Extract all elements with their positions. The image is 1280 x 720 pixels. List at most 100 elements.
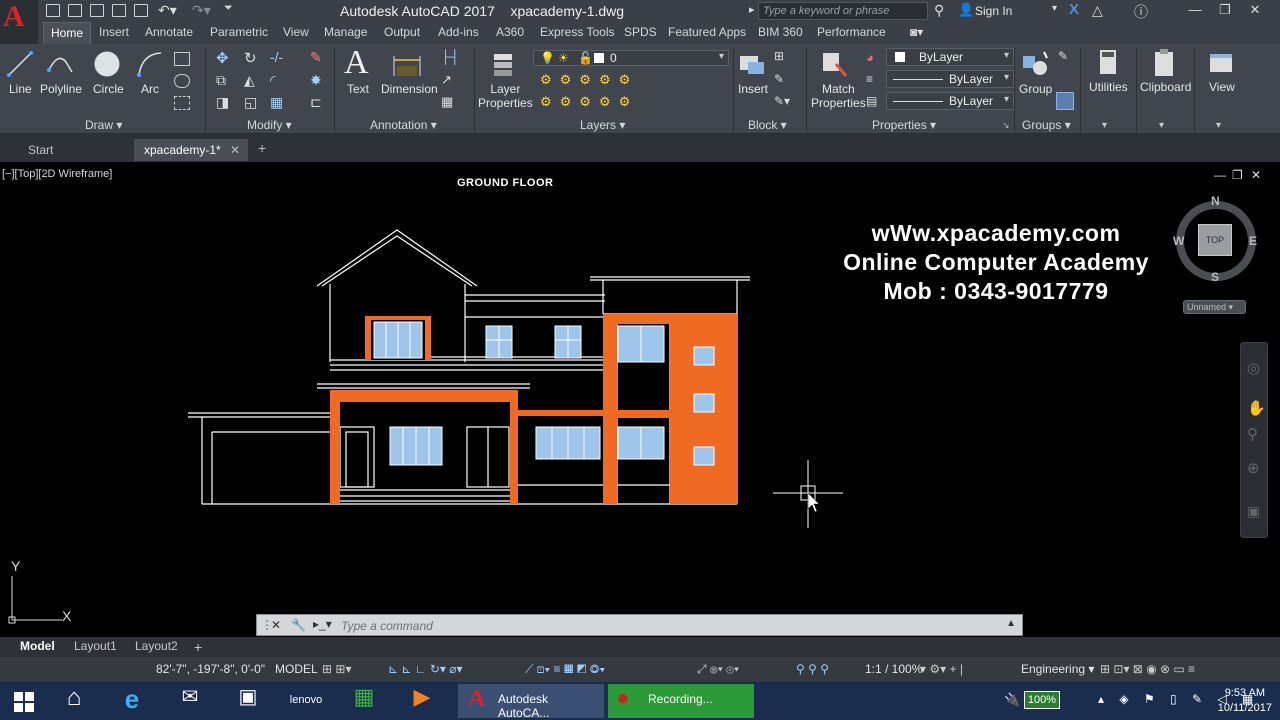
edit-block-icon[interactable]: ✎ (774, 72, 784, 86)
draw-panel-title[interactable]: Draw ▾ (85, 118, 122, 132)
viewport-minimize-icon[interactable]: — (1214, 168, 1226, 182)
create-block-icon[interactable]: ⊞ (774, 49, 784, 63)
offset-icon[interactable]: ⊏ (310, 94, 322, 111)
match-properties-button[interactable]: Match Properties (811, 82, 866, 110)
clipboard-button[interactable]: Clipboard (1140, 80, 1191, 94)
steering-wheel-icon[interactable]: ◎ (1247, 359, 1260, 377)
mail-icon[interactable]: ✉ (170, 684, 210, 718)
close-command-line-icon[interactable]: ✕ (271, 618, 281, 632)
layer-properties-button[interactable]: Layer Properties (478, 82, 533, 110)
save-as-icon[interactable] (112, 4, 126, 17)
view-button[interactable]: View (1209, 80, 1235, 94)
modify-panel-title[interactable]: Modify ▾ (247, 118, 292, 132)
application-menu-button[interactable]: A (0, 0, 38, 44)
dimension-icon[interactable] (392, 52, 422, 78)
new-tab-icon[interactable]: + (258, 140, 266, 156)
close-tab-icon[interactable]: ✕ (230, 143, 240, 157)
array-icon[interactable]: ▦ (270, 94, 283, 111)
taskbar-clock[interactable]: 9:53 AM 10/11/2017 (1218, 686, 1272, 716)
tab-home[interactable]: Home (43, 22, 92, 44)
fillet-icon[interactable]: ◜ (270, 72, 275, 89)
tab-output[interactable]: Output (384, 25, 420, 39)
snap-icons[interactable]: ⊾ ⊾ ∟ ↻▾ ⌀▾ (388, 662, 463, 676)
tab-annotate[interactable]: Annotate (145, 25, 193, 39)
new-file-icon[interactable] (46, 4, 60, 17)
tab-express-tools[interactable]: Express Tools (540, 25, 614, 39)
viewport-restore-icon[interactable]: ❐ (1232, 168, 1243, 182)
exchange-icon[interactable]: X (1069, 1, 1079, 18)
layers-panel-title[interactable]: Layers ▾ (580, 118, 625, 132)
panel-launcher-icon[interactable]: ↘ (1002, 120, 1010, 131)
recent-commands-icon[interactable]: ▸_▾ (313, 617, 332, 631)
tab-layout2[interactable]: Layout2 (135, 639, 178, 653)
search-expand-icon[interactable]: ▸ (749, 3, 755, 16)
internet-explorer-icon[interactable]: e (112, 684, 152, 718)
viewport-controls[interactable]: [−][Top][2D Wireframe] (2, 168, 112, 180)
command-line[interactable]: ⋮ ✕ 🔧 ▸_▾ Type a command ▲ (256, 614, 1023, 636)
qat-dropdown-icon[interactable]: ⏷ (224, 2, 233, 15)
annotation-icons[interactable]: ⚲ ⚲ ⚲ (796, 662, 829, 676)
scale-icon[interactable]: ◱ (244, 94, 257, 111)
tab-a360[interactable]: A360 (496, 25, 524, 39)
ucs-menu[interactable]: Unnamed ▾ (1183, 300, 1246, 314)
command-history-icon[interactable]: ▲ (1006, 618, 1016, 629)
tab-manage[interactable]: Manage (324, 25, 367, 39)
media-player-icon[interactable]: ▶ (402, 684, 442, 718)
group-icon[interactable] (1020, 50, 1050, 78)
workspace-icons[interactable]: ⤢ ⊛▾ ⊚▾ (697, 662, 739, 677)
boundary-icon[interactable] (174, 96, 190, 110)
tab-xpacademy-drawing[interactable]: xpacademy-1* ✕ (134, 139, 248, 161)
compass-south[interactable]: S (1211, 270, 1219, 284)
chevron-down-icon[interactable]: ▾ (1102, 120, 1107, 131)
leader-icon[interactable]: ↗ (441, 72, 452, 88)
tab-start[interactable]: Start (18, 139, 132, 161)
line-button[interactable]: Line (9, 82, 32, 96)
tab-insert[interactable]: Insert (99, 25, 129, 39)
windows-start-icon[interactable] (4, 684, 44, 718)
search-input[interactable]: Type a keyword or phrase (758, 2, 928, 20)
text-icon[interactable]: A (344, 44, 369, 82)
dimension-button[interactable]: Dimension (381, 82, 438, 96)
restore-icon[interactable]: ❐ (1210, 0, 1240, 20)
sign-in-dropdown-icon[interactable]: ▾ (1052, 3, 1057, 14)
hatch-icon[interactable] (174, 74, 190, 88)
copy-icon[interactable]: ⧉ (216, 72, 226, 89)
lenovo-icon[interactable]: lenovo (286, 684, 326, 718)
tab-parametric[interactable]: Parametric (210, 25, 268, 39)
power-plug-icon[interactable]: 🔌 (1004, 692, 1020, 708)
grid-icon[interactable]: ⊞ ⊞▾ (322, 662, 351, 676)
properties-panel-title[interactable]: Properties ▾ (872, 118, 936, 132)
calculator-icon[interactable] (1096, 48, 1120, 78)
compass-west[interactable]: W (1173, 234, 1184, 248)
trim-icon[interactable]: -/- (270, 49, 283, 65)
showmotion-icon[interactable]: ▣ (1247, 503, 1260, 520)
linetype-dropdown[interactable]: ByLayer ▾ (886, 70, 1014, 88)
tab-layout1[interactable]: Layout1 (74, 639, 117, 653)
block-panel-title[interactable]: Block ▾ (748, 118, 787, 132)
edit-attributes-icon[interactable]: ✎▾ (774, 94, 790, 108)
sign-in-button[interactable]: Sign In (975, 4, 1012, 18)
coordinates-readout[interactable]: 82'-7", -197'-8", 0'-0" (156, 662, 265, 676)
rectangle-icon[interactable] (174, 52, 190, 66)
chevron-down-icon[interactable]: ▾ (1216, 120, 1221, 131)
command-input[interactable]: Type a command (341, 619, 433, 633)
layer-dropdown[interactable]: 💡 ☀ 🔓 0 ▾ (533, 50, 729, 66)
tab-view[interactable]: View (283, 25, 309, 39)
line-icon[interactable] (6, 50, 34, 78)
status-tray-icons[interactable]: ⊞ ⊡▾ ⊠ ◉ ⊗ ▭ ≡ (1100, 662, 1195, 676)
tab-bim360[interactable]: BIM 360 (758, 25, 803, 39)
customize-icon[interactable]: 🔧 (291, 618, 306, 632)
tab-add-ins[interactable]: Add-ins (438, 25, 479, 39)
view-icon[interactable] (1208, 48, 1234, 78)
layer-tools-row-1[interactable]: ⚙⚙⚙⚙⚙ (540, 72, 638, 88)
annotation-scale[interactable]: 1:1 / 100% (865, 662, 922, 676)
group-selection-toggle[interactable] (1056, 92, 1074, 110)
user-icon[interactable]: 👤 (958, 2, 974, 18)
annotation-panel-title[interactable]: Annotation ▾ (370, 118, 437, 132)
help-icon[interactable]: ⓘ (1134, 2, 1148, 22)
model-space-button[interactable]: MODEL (275, 662, 318, 676)
layer-tools-row-2[interactable]: ⚙⚙⚙⚙⚙ (540, 94, 638, 110)
model-space-viewport[interactable]: [−][Top][2D Wireframe] GROUND FLOOR wWw.… (0, 162, 1280, 635)
viewcube[interactable]: TOP N S E W (1173, 194, 1259, 284)
linear-dim-icon[interactable]: ├┤ (441, 49, 459, 64)
